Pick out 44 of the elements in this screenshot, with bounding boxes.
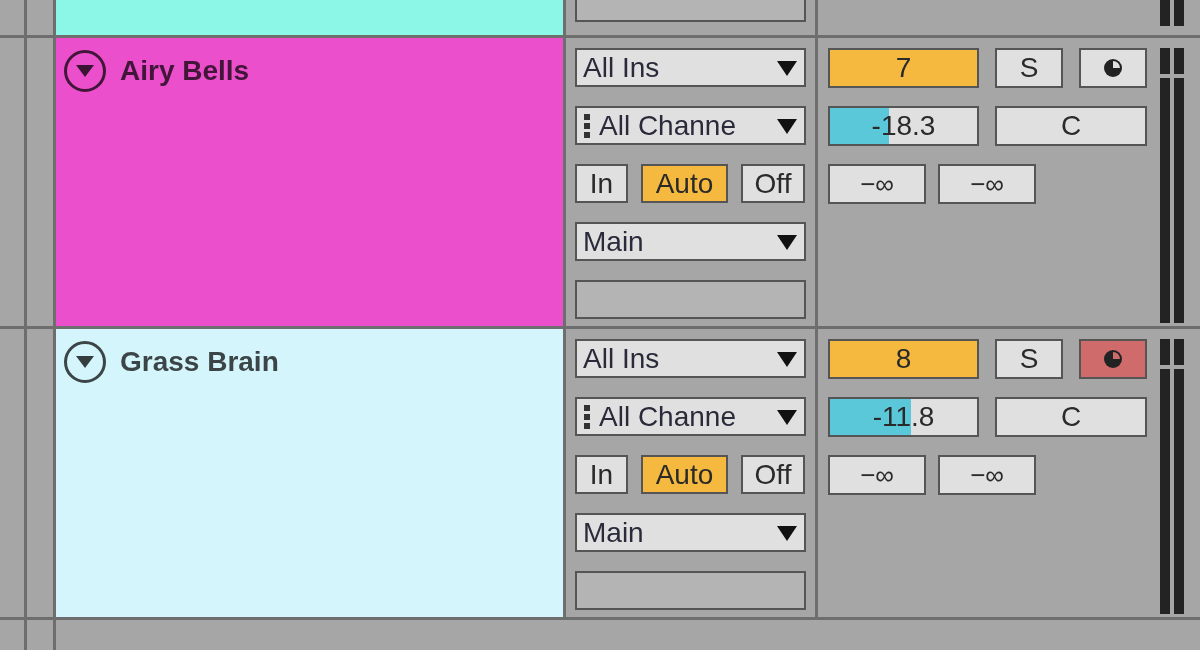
monitor-button[interactable]: In <box>575 455 628 494</box>
track-gutter <box>0 620 24 650</box>
output-dropdown[interactable]: Main <box>575 222 806 261</box>
input-type-dropdown[interactable]: All Ins <box>575 339 806 378</box>
monitor-button[interactable]: Auto <box>641 164 728 203</box>
track-gutter <box>27 620 53 650</box>
collapse-button[interactable] <box>64 50 106 92</box>
input-channel-dropdown[interactable]: All Channe <box>575 106 806 145</box>
arm-button[interactable] <box>1079 48 1147 88</box>
input-type-dropdown[interactable]: All Ins <box>575 48 806 87</box>
track-gutter <box>0 0 24 35</box>
caret-icon <box>75 355 95 369</box>
track-name: Airy Bells <box>120 54 250 88</box>
monitor-button[interactable]: Auto <box>641 455 728 494</box>
send-control[interactable]: −∞ <box>828 455 926 495</box>
send-control[interactable]: −∞ <box>828 164 926 204</box>
dropdown-arrow-icon <box>776 523 798 542</box>
pie-icon <box>1103 349 1123 369</box>
monitor-button[interactable]: Off <box>741 455 805 494</box>
collapse-button[interactable] <box>64 341 106 383</box>
level-meter-drawing <box>1160 0 1184 26</box>
output-dropdown[interactable]: Main <box>575 513 806 552</box>
monitor-button[interactable]: Off <box>741 164 805 203</box>
dropdown-arrow-icon <box>776 349 798 368</box>
dots-icon <box>583 403 591 430</box>
track-number-button[interactable]: 7 <box>828 48 979 88</box>
send-control[interactable]: −∞ <box>938 455 1036 495</box>
pie-icon <box>1103 58 1123 78</box>
dropdown-arrow-icon <box>776 407 798 426</box>
caret-icon <box>75 64 95 78</box>
track-number-button[interactable]: 8 <box>828 339 979 379</box>
solo-button[interactable]: S <box>995 339 1063 379</box>
dropdown-arrow-icon <box>776 58 798 77</box>
track-name: Grass Brain <box>120 345 279 379</box>
input-channel-dropdown[interactable]: All Channe <box>575 397 806 436</box>
track-gutter <box>27 0 53 35</box>
dropdown-arrow-icon <box>776 232 798 251</box>
pan-control[interactable]: C <box>995 397 1147 437</box>
solo-button[interactable]: S <box>995 48 1063 88</box>
monitor-button[interactable]: In <box>575 164 628 203</box>
send-control[interactable]: −∞ <box>938 164 1036 204</box>
dropdown-arrow-icon <box>776 116 798 135</box>
dots-icon <box>583 112 591 139</box>
pan-control[interactable]: C <box>995 106 1147 146</box>
